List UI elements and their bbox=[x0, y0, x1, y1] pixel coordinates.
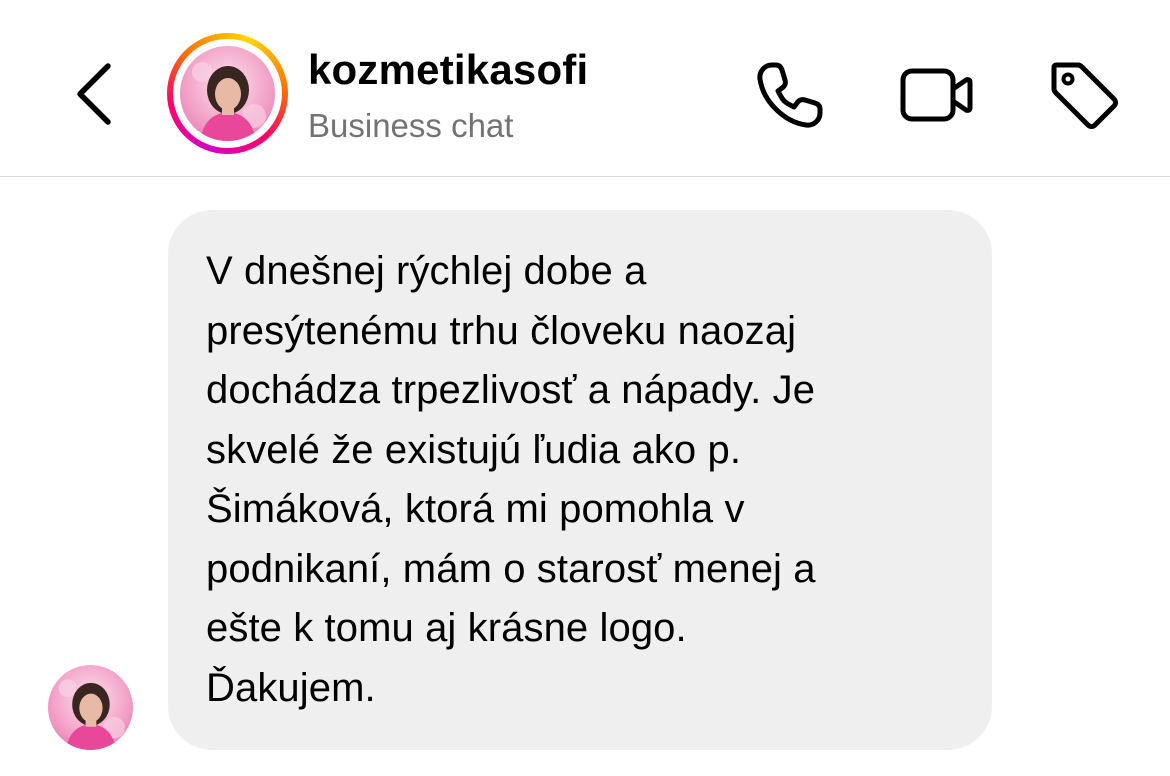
tag-icon bbox=[1051, 62, 1118, 129]
audio-call-button[interactable] bbox=[750, 55, 830, 135]
phone-icon bbox=[757, 62, 823, 128]
chevron-left-icon bbox=[77, 63, 111, 125]
sender-avatar[interactable] bbox=[48, 665, 133, 750]
video-camera-icon bbox=[900, 68, 973, 122]
chat-title[interactable]: kozmetikasofi Business chat bbox=[308, 44, 588, 148]
username: kozmetikasofi bbox=[308, 46, 589, 93]
chat-screen: kozmetikasofi Business chat V dnešnej rý… bbox=[0, 0, 1170, 776]
message-text: V dnešnej rýchlej dobe a presýtenému trh… bbox=[206, 249, 816, 710]
chat-subtitle: Business chat bbox=[308, 107, 514, 144]
profile-avatar-story-ring[interactable] bbox=[167, 33, 288, 154]
message-bubble[interactable]: V dnešnej rýchlej dobe a presýtenému trh… bbox=[168, 210, 992, 750]
tag-button[interactable] bbox=[1044, 55, 1124, 135]
chat-header: kozmetikasofi Business chat bbox=[0, 0, 1170, 177]
video-call-button[interactable] bbox=[896, 55, 976, 135]
back-button[interactable] bbox=[62, 58, 126, 130]
avatar bbox=[180, 46, 275, 141]
